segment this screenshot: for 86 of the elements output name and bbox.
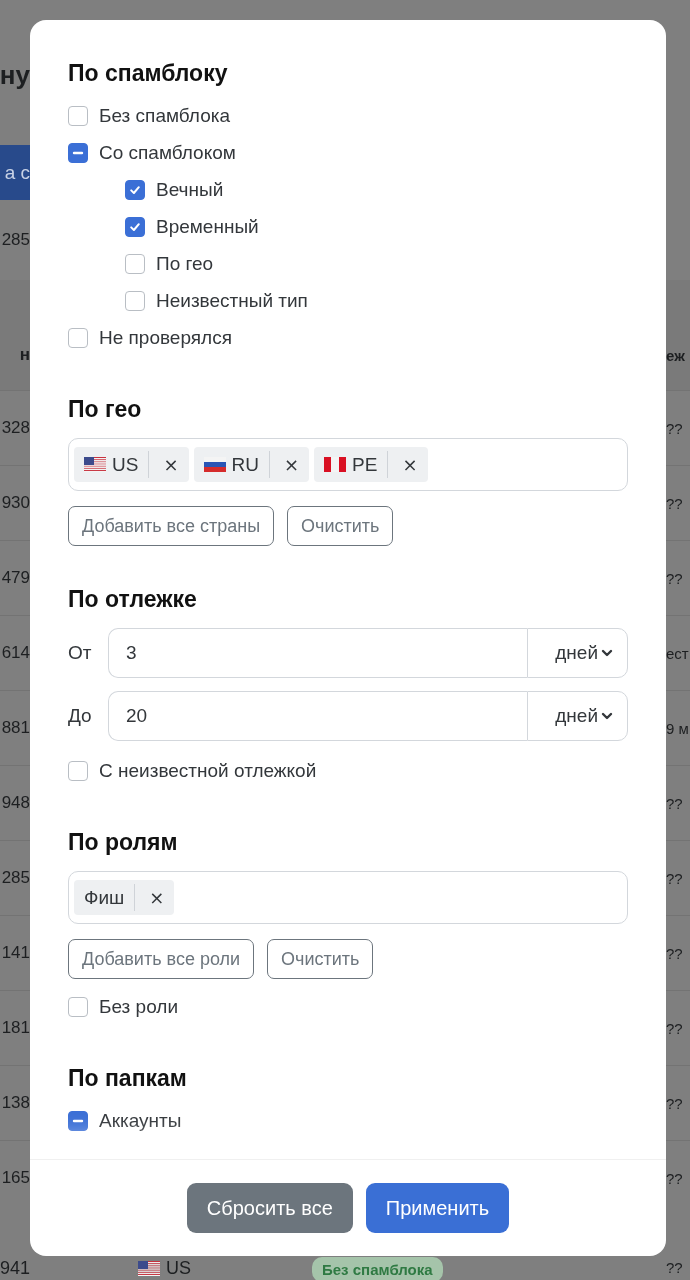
unit-select[interactable]: дней bbox=[527, 691, 628, 741]
outline-button[interactable]: Добавить все роли bbox=[68, 939, 255, 979]
count-text: 285 bbox=[1, 230, 30, 250]
table-cell: 141 bbox=[1, 943, 30, 963]
table-cell: 614 bbox=[1, 643, 30, 663]
checkmark-icon bbox=[129, 220, 141, 233]
table-cell: ест bbox=[666, 644, 689, 662]
days-input[interactable]: 20 bbox=[108, 691, 527, 741]
tag-label: Фиш bbox=[84, 886, 125, 909]
reset-button[interactable]: Сбросить все bbox=[186, 1183, 353, 1233]
table-cell: ?? bbox=[666, 569, 683, 587]
section-title: По папкам bbox=[68, 1064, 188, 1093]
days-input[interactable]: 3 bbox=[108, 628, 527, 678]
tag-label: PE bbox=[352, 453, 378, 476]
checkbox[interactable] bbox=[125, 216, 145, 237]
tag-input-field[interactable]: Фиш × bbox=[68, 871, 628, 924]
section-title: По отлежке bbox=[68, 585, 198, 614]
tag-label: US bbox=[112, 453, 139, 476]
table-cell: 138 bbox=[1, 1093, 30, 1113]
section-title: По ролям bbox=[68, 828, 179, 857]
checkbox[interactable] bbox=[68, 327, 88, 348]
table-cell: US bbox=[166, 1257, 191, 1279]
section-title: По спамблоку bbox=[68, 59, 229, 88]
checkbox[interactable] bbox=[125, 290, 145, 311]
chevron-down-icon bbox=[601, 711, 613, 721]
table-cell: 948 bbox=[1, 793, 30, 813]
table-cell-text: 941 bbox=[0, 1257, 32, 1279]
checkbox-label[interactable]: С неизвестной отлежкой bbox=[99, 759, 317, 782]
chevron-down-icon bbox=[601, 648, 613, 658]
range-label: До bbox=[68, 705, 93, 727]
checkbox-label[interactable]: Со спамблоком bbox=[99, 141, 236, 164]
checkbox-label[interactable]: Без спамблока bbox=[99, 104, 230, 127]
column-header: н bbox=[0, 280, 30, 390]
checkmark-icon bbox=[129, 183, 141, 196]
table-cell: ?? bbox=[666, 794, 683, 812]
outline-button[interactable]: Очистить bbox=[267, 939, 374, 979]
checkbox[interactable] bbox=[68, 760, 88, 781]
flag-icon bbox=[203, 457, 226, 472]
table-cell: ?? bbox=[666, 869, 683, 887]
remove-tag-button[interactable]: × bbox=[275, 447, 310, 482]
table-cell: ?? bbox=[666, 1094, 683, 1112]
table-cell: 479 bbox=[1, 568, 30, 588]
table-cell: ?? bbox=[666, 419, 683, 437]
table-cell: ?? bbox=[666, 1169, 683, 1187]
table-cell: 165 bbox=[1, 1168, 30, 1188]
page-title: ну bbox=[0, 59, 30, 91]
status-badge: Без спамблока bbox=[312, 1257, 443, 1280]
checkbox-label[interactable]: Вечный bbox=[156, 178, 224, 201]
table-cell: 285 bbox=[1, 868, 30, 888]
checkbox[interactable] bbox=[68, 105, 88, 126]
outline-button[interactable]: Очистить bbox=[287, 506, 394, 546]
checkbox-label[interactable]: По гео bbox=[156, 252, 214, 275]
checkbox[interactable] bbox=[125, 179, 145, 200]
range-label: От bbox=[68, 642, 93, 664]
table-cell-text: ?? bbox=[666, 1258, 684, 1278]
table-cell: 930 bbox=[1, 493, 30, 513]
checkbox-label[interactable]: Неизвестный тип bbox=[156, 289, 308, 312]
table-cell: 9 м bbox=[666, 719, 689, 737]
table-cell: 328 bbox=[1, 418, 30, 438]
table-cell: ?? bbox=[666, 494, 683, 512]
apply-button[interactable]: Применить bbox=[365, 1183, 510, 1233]
table-cell: ?? bbox=[666, 944, 683, 962]
outline-button[interactable]: Добавить все страны bbox=[68, 506, 275, 546]
flag-icon bbox=[138, 1260, 160, 1276]
flag-icon bbox=[84, 457, 106, 472]
table-cell: ?? bbox=[666, 1019, 683, 1037]
section-title: По гео bbox=[68, 395, 143, 424]
unit-select[interactable]: дней bbox=[527, 628, 628, 678]
column-header: еж bbox=[666, 280, 690, 390]
checkbox-label[interactable]: Не проверялся bbox=[99, 326, 232, 349]
checkbox-label[interactable]: Временный bbox=[156, 215, 259, 238]
primary-button[interactable]: а с bbox=[0, 145, 30, 200]
checkbox[interactable] bbox=[68, 996, 88, 1017]
table-cell: 881 bbox=[1, 718, 30, 738]
remove-tag-button[interactable]: × bbox=[394, 447, 428, 482]
tag-label: RU bbox=[231, 453, 259, 476]
tag-input-field[interactable]: US × RU × PE × bbox=[68, 438, 628, 491]
checkbox-label[interactable]: Аккаунты bbox=[99, 1109, 182, 1132]
remove-tag-button[interactable]: × bbox=[141, 880, 175, 915]
remove-tag-button[interactable]: × bbox=[155, 447, 189, 482]
checkbox-label[interactable]: Без роли bbox=[99, 995, 179, 1018]
checkbox[interactable] bbox=[68, 1110, 88, 1131]
table-cell: 181 bbox=[1, 1018, 30, 1038]
checkbox[interactable] bbox=[68, 142, 88, 163]
flag-icon bbox=[324, 457, 347, 472]
checkbox[interactable] bbox=[125, 253, 145, 274]
